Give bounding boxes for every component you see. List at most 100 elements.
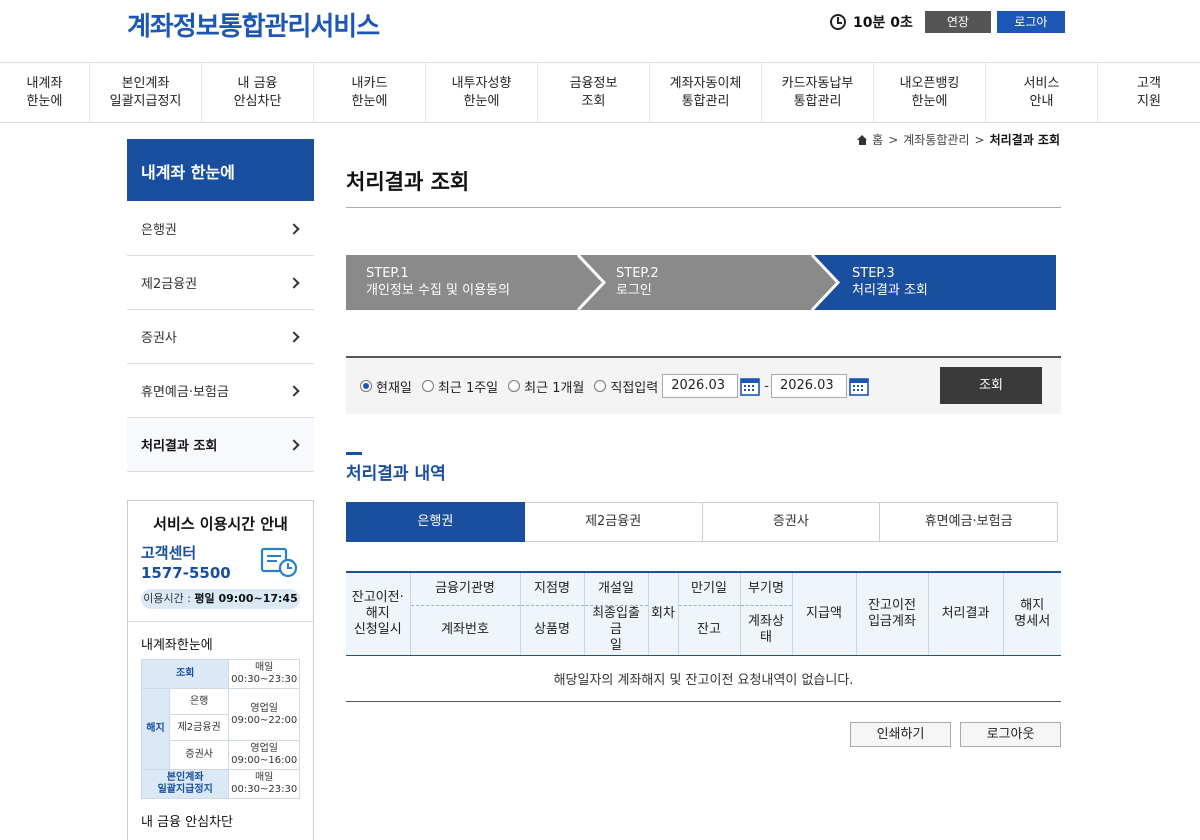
divider bbox=[128, 621, 313, 622]
customer-center-phone: 1577-5500 bbox=[141, 564, 231, 582]
breadcrumb-separator: > bbox=[974, 132, 985, 147]
gnb-item-support[interactable]: 고객 지원 bbox=[1098, 63, 1200, 122]
section-safe-block-title: 내 금융 안심차단 bbox=[141, 815, 233, 830]
gnb-item-card-autopay[interactable]: 카드자동납부 통합관리 bbox=[762, 63, 874, 122]
breadcrumb-separator: > bbox=[888, 132, 899, 147]
sidebar-item-securities[interactable]: 증권사 bbox=[127, 310, 314, 364]
global-nav: 내계좌 한눈에 본인계좌 일괄지급정지 내 금융 안심차단 내카드 한눈에 내투자성향 한… bbox=[0, 62, 1200, 123]
session-controls: 10분 0초 연장 로그아웃 bbox=[830, 11, 1065, 51]
gnb-item-auto-transfer[interactable]: 계좌자동이체 통합관리 bbox=[650, 63, 762, 122]
title-divider bbox=[346, 207, 1061, 208]
institution-tabs: 은행권 제2금융권 증권사 휴면예금·보험금 bbox=[346, 502, 1058, 542]
tab-securities[interactable]: 증권사 bbox=[702, 502, 881, 542]
page-title: 처리결과 조회 bbox=[346, 170, 470, 194]
col-balance: 잔고 bbox=[677, 605, 741, 656]
hours-value: 매일 00:30~23:30 bbox=[228, 659, 300, 689]
gnb-item-service-guide[interactable]: 서비스 안내 bbox=[986, 63, 1098, 122]
section-title: 처리결과 내역 bbox=[346, 464, 446, 484]
extend-button[interactable]: 연장 bbox=[924, 11, 991, 33]
col-account-number: 계좌번호 bbox=[409, 605, 521, 656]
tab-second-finance[interactable]: 제2금융권 bbox=[524, 502, 703, 542]
step-1: STEP.1 개인정보 수집 및 이용동의 bbox=[366, 266, 510, 298]
col-subname: 부기명 bbox=[739, 571, 793, 606]
radio-unchecked-icon bbox=[421, 380, 434, 392]
sidebar-item-second-finance[interactable]: 제2금융권 bbox=[127, 256, 314, 310]
tab-dormant[interactable]: 휴면예금·보험금 bbox=[880, 502, 1058, 542]
gnb-item-open-banking[interactable]: 내오픈뱅킹 한눈에 bbox=[874, 63, 986, 122]
sidebar-item-result[interactable]: 처리결과 조회 bbox=[127, 418, 314, 472]
step-3: STEP.3 처리결과 조회 bbox=[852, 266, 928, 298]
radio-checked-icon bbox=[360, 380, 372, 392]
step-2: STEP.2 로그인 bbox=[616, 266, 659, 298]
hours-table: 조회 매일 00:30~23:30 해지 은행 영업일 09:00~22:00 제2… bbox=[140, 659, 300, 799]
chevron-right-icon bbox=[288, 438, 300, 451]
bottom-actions: 인쇄하기 로그아웃 bbox=[850, 722, 1061, 747]
gnb-item-safe-block[interactable]: 내 금융 안심차단 bbox=[202, 63, 314, 122]
start-date-input[interactable]: 2026.03 bbox=[662, 374, 739, 398]
chevron-right-icon bbox=[288, 222, 300, 235]
breadcrumb: 홈 > 계좌통합관리 > 처리결과 조회 bbox=[857, 131, 1060, 148]
breadcrumb-home[interactable]: 홈 bbox=[872, 131, 883, 148]
clock-icon bbox=[830, 14, 846, 30]
search-button[interactable]: 조회 bbox=[940, 367, 1042, 404]
customer-center: 고객센터 1577-5500 bbox=[141, 544, 231, 582]
col-request-date: 잔고이전· 해지 신청일시 bbox=[346, 571, 411, 656]
call-center-icon bbox=[260, 547, 298, 577]
print-button[interactable]: 인쇄하기 bbox=[850, 722, 951, 747]
calendar-icon[interactable] bbox=[849, 376, 869, 396]
hours-label-securities: 증권사 bbox=[168, 740, 230, 770]
col-account-status: 계좌상 태 bbox=[739, 605, 793, 656]
col-branch: 지점명 bbox=[519, 571, 585, 606]
radio-custom[interactable]: 직접입력 bbox=[594, 377, 658, 396]
hours-label-inquiry: 조회 bbox=[140, 659, 230, 689]
gnb-item-invest-profile[interactable]: 내투자성향 한눈에 bbox=[426, 63, 538, 122]
sidebar-menu: 은행권 제2금융권 증권사 휴면예금·보험금 처리결과 조회 bbox=[127, 202, 314, 472]
chevron-right-icon bbox=[288, 330, 300, 343]
sidebar-title: 내계좌 한눈에 bbox=[127, 139, 314, 201]
gnb-item-account-stop[interactable]: 본인계좌 일괄지급정지 bbox=[90, 63, 202, 122]
radio-1week[interactable]: 최근 1주일 bbox=[421, 377, 498, 396]
hours-label-bank: 은행 bbox=[168, 688, 230, 715]
header: 계좌정보통합관리서비스 10분 0초 연장 로그아웃 bbox=[0, 0, 1200, 62]
empty-message: 해당일자의 계좌해지 및 잔고이전 요청내역이 없습니다. bbox=[346, 655, 1061, 702]
gnb-item-my-cards[interactable]: 내카드 한눈에 bbox=[314, 63, 426, 122]
breadcrumb-level1[interactable]: 계좌통합관리 bbox=[903, 131, 969, 148]
hours-label-second-finance: 제2금융권 bbox=[168, 714, 230, 741]
session-timer: 10분 0초 bbox=[853, 15, 913, 31]
gnb-item-my-accounts[interactable]: 내계좌 한눈에 bbox=[0, 63, 90, 122]
col-open-date: 개설일 bbox=[583, 571, 649, 606]
col-product: 상품명 bbox=[519, 605, 585, 656]
step-indicator: STEP.1 개인정보 수집 및 이용동의 STEP.2 로그인 STEP.3 처리결… bbox=[346, 255, 1056, 310]
col-maturity: 만기일 bbox=[677, 571, 741, 606]
chevron-right-icon bbox=[288, 384, 300, 397]
logout-button[interactable]: 로그아웃 bbox=[996, 11, 1065, 51]
service-hours-pill: 이용시간 : 평일 09:00~17:45 bbox=[141, 589, 300, 609]
col-round: 회차 bbox=[647, 571, 679, 656]
chevron-right-icon bbox=[288, 276, 300, 289]
calendar-icon[interactable] bbox=[740, 376, 761, 396]
radio-unchecked-icon bbox=[508, 380, 521, 392]
col-result: 처리결과 bbox=[927, 571, 1004, 656]
col-last-transaction: 최종입출금 일 bbox=[583, 605, 649, 656]
service-hours-box: 서비스 이용시간 안내 고객센터 1577-5500 이용시간 : 평일 09:… bbox=[127, 500, 314, 840]
gnb-item-finance-info[interactable]: 금융정보 조회 bbox=[538, 63, 650, 122]
service-hours-title: 서비스 이용시간 안내 bbox=[153, 515, 288, 533]
section-my-accounts-title: 내계좌한눈에 bbox=[141, 638, 213, 653]
hours-value: 매일 00:30~23:30 bbox=[228, 769, 300, 799]
section-marker bbox=[346, 452, 362, 455]
tab-bank[interactable]: 은행권 bbox=[346, 502, 525, 542]
result-table: 잔고이전· 해지 신청일시 금융기관명 지점명 개설일 회차 만기일 부기명 지급액… bbox=[346, 571, 1061, 702]
col-transfer-account: 잔고이전 입금계좌 bbox=[855, 571, 929, 656]
hours-value: 영업일 09:00~22:00 bbox=[228, 688, 300, 741]
radio-1month[interactable]: 최근 1개월 bbox=[508, 377, 584, 396]
hours-label-cancel: 해지 bbox=[141, 688, 170, 770]
sidebar-item-dormant[interactable]: 휴면예금·보험금 bbox=[127, 364, 314, 418]
date-range-dash: - bbox=[764, 378, 769, 394]
col-statement: 해지 명세서 bbox=[1002, 571, 1061, 656]
sidebar-item-bank[interactable]: 은행권 bbox=[127, 202, 314, 256]
end-date-input[interactable]: 2026.03 bbox=[770, 374, 847, 398]
logout-bottom-button[interactable]: 로그아웃 bbox=[960, 722, 1061, 747]
radio-unchecked-icon bbox=[594, 380, 607, 392]
site-logo[interactable]: 계좌정보통합관리서비스 bbox=[127, 6, 380, 43]
radio-today[interactable]: 현재일 bbox=[360, 377, 412, 396]
